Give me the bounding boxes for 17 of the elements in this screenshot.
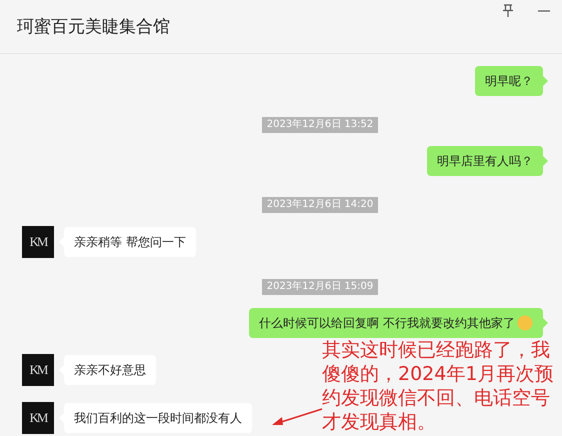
minimize-icon[interactable]: [538, 10, 550, 12]
message-bubble: 我们百利的这一段时间都没有人: [64, 403, 252, 433]
message-bubble: 亲亲稍等 帮您问一下: [64, 227, 196, 257]
timestamp: 2023年12月6日 13:52: [262, 117, 378, 133]
avatar[interactable]: KM: [22, 402, 54, 434]
annotation-arrow: [270, 407, 324, 427]
annotation-text: 其实这时候已经跑路了，我 傻傻的，2024年1月再次预 约发现微信不回、电话空号 才发现真相。: [322, 338, 554, 434]
window-title: 珂蜜百元美睫集合馆: [17, 16, 170, 38]
timestamp: 2023年12月6日 14:20: [262, 197, 378, 213]
message-bubble: 亲亲不好意思: [64, 355, 156, 385]
pin-icon[interactable]: [502, 4, 514, 18]
message-bubble: 明早店里有人吗？: [427, 146, 543, 176]
avatar[interactable]: KM: [22, 354, 54, 386]
timestamp: 2023年12月6日 15:09: [262, 279, 378, 295]
message-bubble: 什么时候可以给回复啊 不行我就要改约其他家了: [249, 308, 543, 338]
avatar[interactable]: KM: [22, 226, 54, 258]
message-bubble: 明早呢？: [475, 66, 543, 96]
